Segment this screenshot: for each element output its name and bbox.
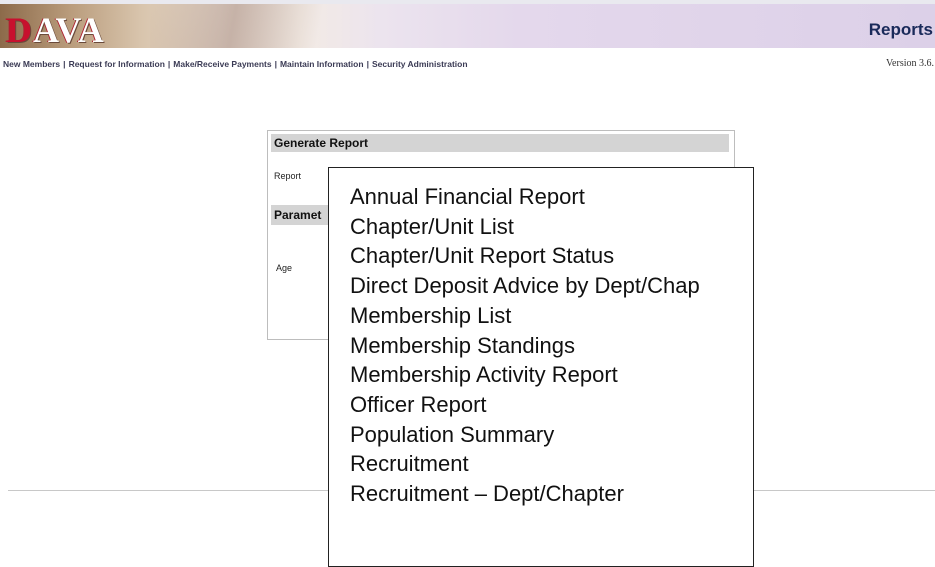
logo-rest: AVA — [33, 10, 105, 50]
nav-separator: | — [63, 59, 66, 69]
report-option-annual-financial[interactable]: Annual Financial Report — [350, 182, 700, 212]
report-option-population-summary[interactable]: Population Summary — [350, 420, 700, 450]
dava-logo: DAVA — [6, 10, 105, 50]
header-decoration — [150, 4, 390, 48]
nav-make-receive-payments[interactable]: Make/Receive Payments — [173, 59, 271, 69]
report-option-chapter-unit-list[interactable]: Chapter/Unit List — [350, 212, 700, 242]
nav-new-members[interactable]: New Members — [3, 59, 60, 69]
report-option-recruitment-dept-chapter[interactable]: Recruitment – Dept/Chapter — [350, 479, 700, 509]
version-label: Version 3.6. — [885, 58, 934, 69]
page-title: Reports — [868, 20, 933, 39]
report-option-officer-report[interactable]: Officer Report — [350, 390, 700, 420]
report-option-recruitment[interactable]: Recruitment — [350, 449, 700, 479]
nav-separator: | — [366, 59, 369, 69]
nav-separator: | — [274, 59, 277, 69]
report-dropdown-list[interactable]: Annual Financial Report Chapter/Unit Lis… — [328, 167, 754, 567]
report-option-direct-deposit[interactable]: Direct Deposit Advice by Dept/Chap — [350, 271, 700, 301]
main-nav: New Members | Request for Information | Make… — [3, 59, 468, 69]
nav-separator: | — [167, 59, 171, 69]
report-option-membership-activity[interactable]: Membership Activity Report — [350, 360, 700, 390]
panel-title: Generate Report — [271, 134, 729, 152]
report-option-membership-standings[interactable]: Membership Standings — [350, 331, 700, 361]
age-label: Age — [276, 263, 293, 273]
report-option-membership-list[interactable]: Membership List — [350, 301, 700, 331]
nav-maintain-information[interactable]: Maintain Information — [280, 59, 364, 69]
nav-security-administration[interactable]: Security Administration — [372, 59, 468, 69]
report-option-chapter-unit-status[interactable]: Chapter/Unit Report Status — [350, 241, 700, 271]
report-label: Report — [274, 171, 302, 181]
nav-request-for-information[interactable]: Request for Information — [69, 59, 165, 69]
app-header: DAVA Reports — [0, 4, 935, 50]
